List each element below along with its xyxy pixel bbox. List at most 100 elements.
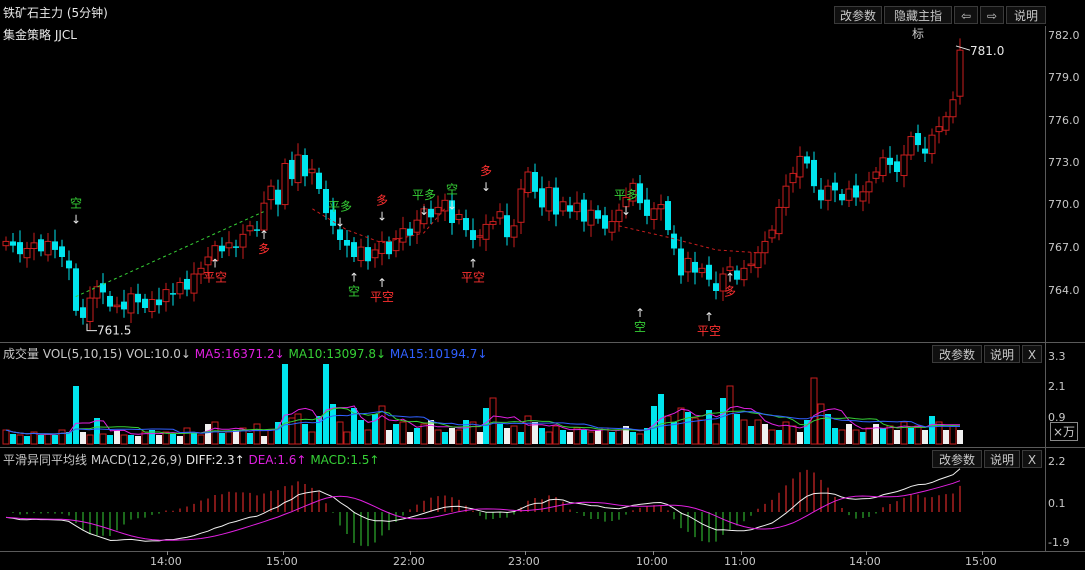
low-price-leader xyxy=(86,323,97,332)
up-arrow-icon: ↑ xyxy=(259,228,269,242)
candlestick xyxy=(949,91,957,124)
macd-params: MACD(12,26,9) xyxy=(90,453,182,467)
volume-bar xyxy=(914,425,922,445)
macd-close-icon[interactable]: X xyxy=(1022,450,1042,468)
volume-bar xyxy=(253,423,261,445)
candlestick xyxy=(267,179,275,210)
candlestick xyxy=(608,209,616,241)
candlestick xyxy=(225,231,233,257)
forward-arrow-icon[interactable]: ⇨ xyxy=(980,6,1004,24)
signal-label: 空 xyxy=(70,197,82,211)
signal-label: 多 xyxy=(376,194,388,208)
volume-bar xyxy=(261,436,267,444)
volume-bar xyxy=(428,420,434,444)
down-arrow-icon: ↓ xyxy=(447,198,457,212)
volume-bar xyxy=(294,413,302,445)
volume-tick-label: 3.3 xyxy=(1048,350,1066,363)
candlestick xyxy=(449,190,455,235)
volume-bar xyxy=(372,414,378,444)
candlestick xyxy=(678,236,684,284)
signal-label: 空 xyxy=(446,182,458,196)
price-tick-label: 782.0 xyxy=(1048,29,1080,42)
candlestick xyxy=(665,196,671,236)
volume-bar xyxy=(393,424,399,444)
candlestick xyxy=(595,205,601,224)
price-tick-label: 767.0 xyxy=(1048,241,1080,254)
candlestick xyxy=(66,250,72,281)
volume-bar xyxy=(94,418,100,444)
volume-bar xyxy=(80,432,86,444)
volume-bar xyxy=(449,428,455,444)
candlestick xyxy=(510,219,518,248)
candlestick xyxy=(73,263,79,316)
volume-bar xyxy=(832,428,838,444)
time-tick-label: 23:00 xyxy=(508,555,540,568)
candlestick xyxy=(818,177,824,209)
volume-bar xyxy=(539,428,545,444)
candlestick xyxy=(524,167,532,198)
window-title: 铁矿石主力 (5分钟) xyxy=(3,6,108,20)
signal-marker: 多↓ xyxy=(480,164,492,194)
price-tick-label: 776.0 xyxy=(1048,114,1080,127)
volume-bar xyxy=(685,412,691,444)
candlestick xyxy=(190,262,198,302)
time-tick-mark xyxy=(653,551,654,555)
candlestick-chart[interactable]: 空↓↑平空↑多平多↓↑空多↓↑平空平多↓空↓↑平空多↓平多↓↑空↑平空↑多781… xyxy=(0,26,1045,342)
back-arrow-icon[interactable]: ⇦ xyxy=(954,6,978,24)
change-params-button[interactable]: 改参数 xyxy=(834,6,882,24)
volume-bar xyxy=(838,429,846,445)
candlestick xyxy=(365,235,371,270)
volume-bar xyxy=(44,433,52,445)
candlestick xyxy=(59,239,65,268)
volume-chart[interactable] xyxy=(0,364,1045,447)
volume-close-icon[interactable]: X xyxy=(1022,345,1042,363)
macd-tick-label: 0.1 xyxy=(1048,497,1066,510)
volume-bar xyxy=(211,421,219,445)
help-button[interactable]: 说明 xyxy=(1006,6,1046,24)
candlestick xyxy=(789,166,797,193)
candlestick xyxy=(956,38,964,105)
candlestick xyxy=(900,144,908,188)
candlestick xyxy=(281,158,289,210)
low-price-label: 761.5 xyxy=(97,324,131,338)
up-arrow-icon: ↑ xyxy=(725,271,735,285)
macd-tick-label: 2.2 xyxy=(1048,455,1066,468)
volume-bar xyxy=(24,436,30,444)
volume-help-button[interactable]: 说明 xyxy=(984,345,1020,363)
candlestick xyxy=(517,178,525,235)
volume-bar xyxy=(518,432,524,444)
volume-bar xyxy=(929,416,935,444)
time-tick-label: 22:00 xyxy=(393,555,425,568)
signal-marker: ↑多 xyxy=(258,228,270,256)
volume-bar xyxy=(768,429,776,445)
volume-params: VOL(5,10,15) xyxy=(42,347,123,361)
volume-bar xyxy=(900,421,908,445)
signal-label: 空 xyxy=(348,285,360,299)
macd-help-button[interactable]: 说明 xyxy=(984,450,1020,468)
time-tick-mark xyxy=(167,551,168,555)
candlestick xyxy=(121,289,127,318)
volume-bar xyxy=(552,425,560,445)
candlestick xyxy=(872,167,880,184)
signal-label: 平多 xyxy=(328,199,352,213)
candlestick xyxy=(713,271,719,300)
hide-indicator-button[interactable]: 隐藏主指标 xyxy=(884,6,952,41)
macd-params-button[interactable]: 改参数 xyxy=(932,450,982,468)
candlestick xyxy=(559,196,567,216)
volume-bar xyxy=(734,414,740,444)
down-arrow-icon: ↓ xyxy=(621,204,631,218)
signal-label: 多 xyxy=(724,285,736,299)
volume-params-button[interactable]: 改参数 xyxy=(932,345,982,363)
volume-bar xyxy=(581,430,587,444)
volume-bar xyxy=(776,430,782,444)
candlestick xyxy=(573,191,581,221)
volume-bar xyxy=(434,429,442,445)
candlestick xyxy=(845,180,853,207)
volume-bar xyxy=(817,403,825,445)
candlestick xyxy=(30,232,38,261)
volume-tick-label: 2.1 xyxy=(1048,380,1066,393)
down-arrow-icon: ↓ xyxy=(481,180,491,194)
macd-chart[interactable] xyxy=(0,468,1045,551)
dea-value: DEA:1.6↑ xyxy=(248,453,307,467)
volume-bar xyxy=(810,377,818,445)
